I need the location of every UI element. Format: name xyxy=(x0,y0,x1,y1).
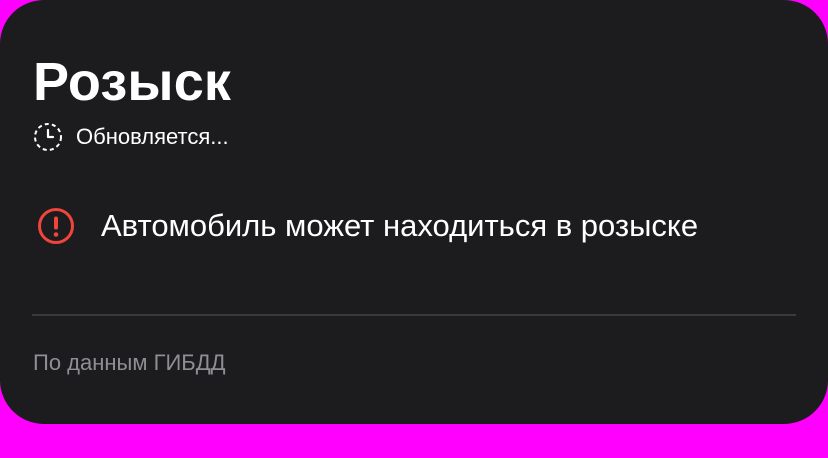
divider xyxy=(32,314,796,316)
wanted-status-card: Розыск Обновляется... Автомобиль может н… xyxy=(0,0,828,424)
exclamation-circle-icon xyxy=(38,208,74,244)
card-title: Розыск xyxy=(33,52,232,112)
wanted-alert-text: Автомобиль может находиться в розыске xyxy=(101,208,699,243)
wanted-alert: Автомобиль может находиться в розыске xyxy=(36,204,698,248)
clock-dashed-icon xyxy=(34,123,62,151)
update-status: Обновляется... xyxy=(32,121,229,153)
data-source-text: По данным ГИБДД xyxy=(33,350,226,375)
update-status-text: Обновляется... xyxy=(76,124,229,149)
